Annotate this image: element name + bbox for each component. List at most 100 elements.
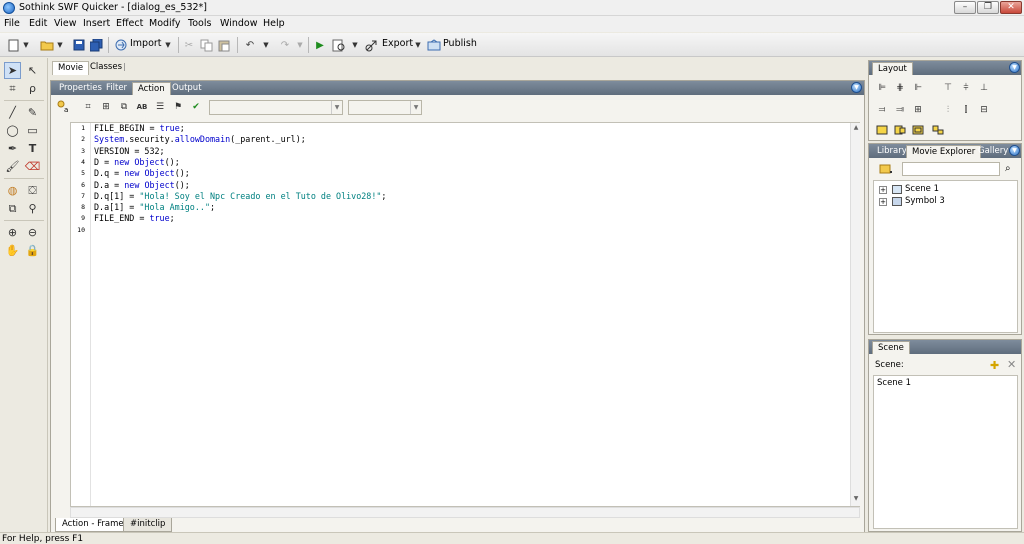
align-to-stage-icon[interactable] — [931, 123, 945, 137]
pen-tool-icon[interactable]: ✒ — [4, 140, 21, 157]
tab-classes[interactable]: Classes — [85, 61, 127, 75]
menu-view[interactable]: View — [54, 18, 77, 29]
export-label[interactable]: Export — [382, 38, 413, 49]
match-size-icon[interactable] — [911, 123, 925, 137]
zoom-out-icon[interactable]: ⊖ — [24, 224, 41, 241]
add-scene-icon[interactable]: ✚ — [990, 359, 999, 372]
explorer-filter-icon[interactable] — [879, 163, 897, 175]
align-left-icon[interactable]: ⊫ — [875, 81, 889, 95]
text-tool-icon[interactable]: T — [24, 140, 41, 157]
menu-window[interactable]: Window — [220, 18, 257, 29]
import-icon[interactable] — [114, 38, 128, 52]
tree-expand-icon[interactable]: + — [879, 186, 887, 194]
export-dropdown-icon[interactable]: ▼ — [414, 38, 422, 52]
panel-menu-icon[interactable]: ▼ — [851, 82, 862, 93]
publish-icon[interactable] — [427, 38, 441, 52]
oval-tool-icon[interactable]: ◯ — [4, 122, 21, 139]
match-width-icon[interactable] — [875, 123, 889, 137]
eyedropper-tool-icon[interactable]: ⚲ — [24, 200, 41, 217]
tab-initclip[interactable]: #initclip — [123, 518, 173, 532]
insert-target-icon[interactable]: ⊞ — [99, 100, 113, 113]
cut-icon[interactable]: ✂ — [182, 38, 196, 52]
rectangle-tool-icon[interactable]: ▭ — [24, 122, 41, 139]
align-bottom-icon[interactable]: ⊥ — [977, 81, 991, 95]
brush-tool-icon[interactable]: 🖌 — [4, 158, 21, 175]
check-syntax-icon[interactable]: ⧉ — [117, 100, 131, 113]
undo-icon[interactable]: ↶ — [243, 38, 257, 52]
reference-icon[interactable]: ⚑ — [171, 100, 185, 113]
action-combo-1[interactable]: ▼ — [209, 100, 343, 115]
copy-icon[interactable] — [199, 38, 213, 52]
layout-menu-icon[interactable]: ▼ — [1009, 62, 1020, 73]
scroll-down-icon[interactable]: ▼ — [851, 495, 861, 502]
action-combo-2[interactable]: ▼ — [348, 100, 422, 115]
redo-icon[interactable]: ↷ — [278, 38, 292, 52]
subselect-tool-icon[interactable]: ↖ — [24, 62, 41, 79]
menu-insert[interactable]: Insert — [83, 18, 110, 29]
maximize-button[interactable]: ❐ — [977, 1, 999, 14]
pencil-tool-icon[interactable]: ✎ — [24, 104, 41, 121]
tree-item-symbol[interactable]: Symbol 3 — [905, 196, 945, 206]
close-button[interactable]: ✕ — [1000, 1, 1022, 14]
line-tool-icon[interactable]: ╱ — [4, 104, 21, 121]
new-file-icon[interactable] — [6, 38, 20, 52]
play-icon[interactable]: ▶ — [313, 38, 327, 52]
lasso-tool-icon[interactable]: ρ — [24, 80, 41, 97]
tab-movie[interactable]: Movie — [52, 61, 90, 75]
auto-format-icon[interactable]: AB — [135, 100, 149, 113]
import-label[interactable]: Import — [130, 38, 162, 49]
search-icon[interactable]: ⌕ — [1005, 163, 1017, 175]
distribute-center-h-icon[interactable]: ⫥ — [893, 103, 907, 117]
open-folder-icon[interactable] — [40, 38, 54, 52]
tab-gallery[interactable]: Gallery — [973, 145, 1013, 158]
new-dropdown-icon[interactable]: ▼ — [22, 38, 30, 52]
hand-tool-icon[interactable]: ✋ — [4, 242, 21, 259]
menu-modify[interactable]: Modify — [149, 18, 180, 29]
match-height-icon[interactable] — [893, 123, 907, 137]
scroll-up-icon[interactable]: ▲ — [851, 124, 861, 131]
vertical-scrollbar[interactable]: ▲ ▼ — [850, 123, 860, 506]
distribute-space-v-icon[interactable]: ⫿ — [959, 103, 973, 117]
find-replace-icon[interactable]: ⌗ — [81, 100, 95, 113]
preview-icon[interactable] — [332, 38, 346, 52]
tab-filter[interactable]: Filter — [101, 82, 132, 95]
explorer-menu-icon[interactable]: ▼ — [1009, 145, 1020, 156]
show-code-hint-icon[interactable]: ☰ — [153, 100, 167, 113]
menu-effect[interactable]: Effect — [116, 18, 143, 29]
align-center-h-icon[interactable]: ⋕ — [893, 81, 907, 95]
distribute-bottom-icon[interactable]: ⊟ — [977, 103, 991, 117]
distribute-right-icon[interactable]: ⊞ — [911, 103, 925, 117]
menu-edit[interactable]: Edit — [29, 18, 47, 29]
code-editor[interactable]: 1 2 3 4 5 6 7 8 9 10 FILE_BEGIN = true; … — [70, 122, 860, 507]
align-right-icon[interactable]: ⊩ — [911, 81, 925, 95]
tab-action[interactable]: Action — [132, 82, 171, 95]
eraser-tool-icon[interactable]: ⌫ — [24, 158, 41, 175]
tree-item-scene[interactable]: Scene 1 — [905, 184, 939, 194]
distribute-left-icon[interactable]: ⫤ — [875, 103, 889, 117]
arrow-tool-icon[interactable]: ➤ — [4, 62, 21, 79]
undo-dropdown-icon[interactable]: ▼ — [262, 38, 270, 52]
import-dropdown-icon[interactable]: ▼ — [164, 38, 172, 52]
lock-icon[interactable]: 🔒 — [24, 242, 41, 259]
ink-bottle-tool-icon[interactable]: ◍ — [4, 182, 21, 199]
explorer-search-input[interactable] — [902, 162, 1000, 176]
paint-bucket-tool-icon[interactable]: ⛋ — [24, 182, 41, 199]
tab-properties[interactable]: Properties — [54, 82, 107, 95]
add-action-icon[interactable]: a — [57, 100, 71, 113]
align-top-icon[interactable]: ⊤ — [941, 81, 955, 95]
tab-output[interactable]: Output — [167, 82, 207, 95]
open-dropdown-icon[interactable]: ▼ — [56, 38, 64, 52]
minimize-button[interactable]: – — [954, 1, 976, 14]
horizontal-scrollbar[interactable] — [70, 507, 860, 518]
export-icon[interactable] — [365, 38, 379, 52]
redo-dropdown-icon[interactable]: ▼ — [296, 38, 304, 52]
zoom-in-icon[interactable]: ⊕ — [4, 224, 21, 241]
check-icon[interactable]: ✔ — [189, 100, 203, 113]
delete-scene-icon[interactable]: ✕ — [1007, 358, 1016, 371]
transform-tool-icon[interactable]: ⌗ — [4, 80, 21, 97]
preview-dropdown-icon[interactable]: ▼ — [351, 38, 359, 52]
fill-transform-tool-icon[interactable]: ⧉ — [4, 200, 21, 217]
menu-help[interactable]: Help — [263, 18, 285, 29]
tree-expand-icon[interactable]: + — [879, 198, 887, 206]
align-center-v-icon[interactable]: ⫩ — [959, 81, 973, 95]
